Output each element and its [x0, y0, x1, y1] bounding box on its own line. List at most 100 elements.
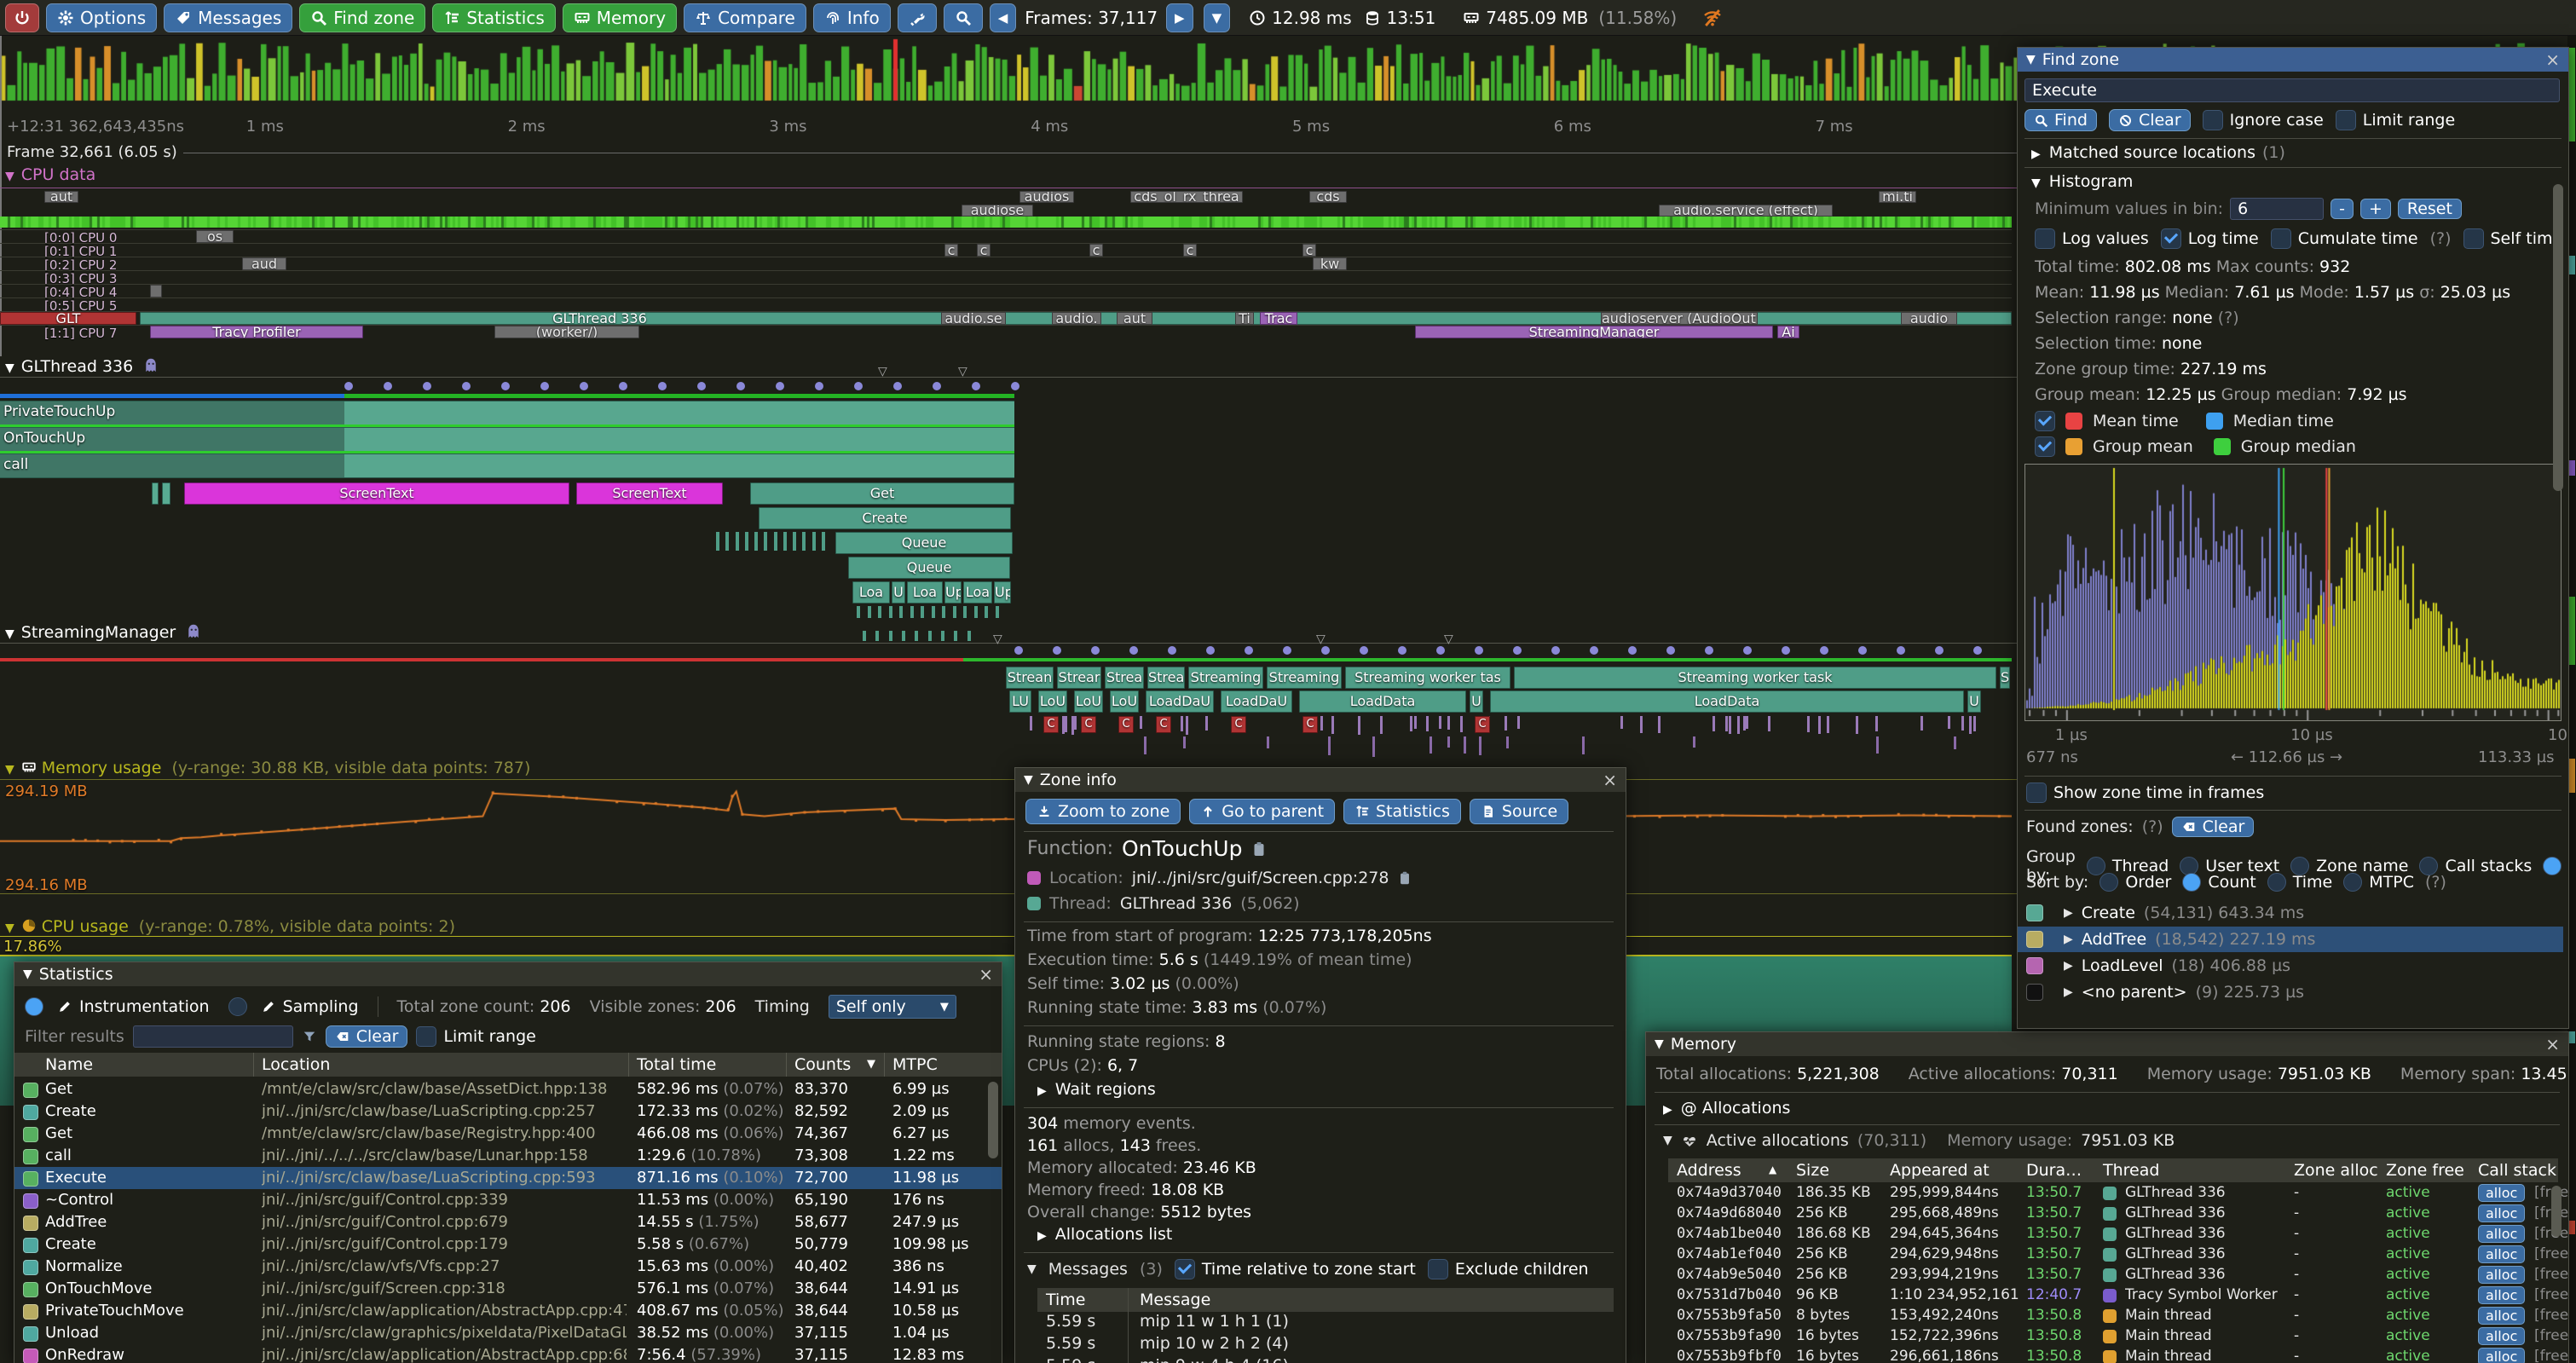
self-time-checkbox-box[interactable] — [2463, 228, 2484, 249]
zone-bar[interactable]: LU — [1009, 690, 1031, 713]
instrumentation-radio-dot[interactable] — [25, 997, 43, 1016]
log-time-checkbox[interactable]: Log time — [2161, 228, 2259, 249]
copy-zone[interactable]: C — [1475, 716, 1490, 733]
column-header-location[interactable]: Location — [262, 1055, 330, 1074]
mem-col-0[interactable]: Address — [1677, 1161, 1741, 1180]
zone-bar[interactable]: Streaming worker tas — [1345, 667, 1510, 689]
zone-bar[interactable]: LoadData — [1490, 690, 1964, 713]
ignore-case-checkbox-box[interactable] — [2203, 110, 2223, 130]
zone-bar[interactable] — [150, 285, 162, 297]
table-row[interactable]: Executejni/../jni/src/claw/base/LuaScrip… — [14, 1167, 1002, 1189]
zone-bar[interactable]: Up — [994, 581, 1011, 604]
exclude-children-checkbox[interactable]: Exclude children — [1428, 1259, 1589, 1279]
mem-col-7[interactable]: Call stack — [2478, 1161, 2556, 1180]
zone-bar[interactable]: c — [1302, 244, 1316, 257]
mem-col-3[interactable]: Dura… — [2026, 1161, 2082, 1180]
message-dot-icon[interactable] — [1935, 646, 1944, 655]
message-dot-icon[interactable] — [1590, 646, 1598, 655]
close-icon[interactable]: × — [2545, 1034, 2560, 1054]
zoom-button[interactable] — [944, 3, 983, 32]
zone-bar[interactable]: Tracy Profiler — [150, 326, 363, 338]
message-dot-icon[interactable] — [1168, 646, 1176, 655]
frame-prev-button[interactable]: ◀ — [990, 3, 1017, 32]
zone-bar[interactable]: Loa — [963, 581, 992, 604]
zone-bar[interactable]: cds_ol_rx_threa — [1130, 191, 1243, 203]
source-button[interactable]: Source — [1470, 799, 1568, 824]
zone-bar[interactable]: StreamingManager — [1415, 326, 1773, 338]
message-dot-icon[interactable] — [893, 382, 902, 390]
sampling-radio[interactable]: Sampling — [228, 997, 359, 1016]
message-dot-icon[interactable] — [1973, 646, 1982, 655]
sort-by-mtpc[interactable]: MTPC — [2343, 873, 2414, 892]
show-zone-time-checkbox-box[interactable] — [2026, 783, 2047, 803]
msg-col-time[interactable]: Time — [1046, 1291, 1086, 1309]
message-dot-icon[interactable] — [1360, 646, 1368, 655]
time-relative-checkbox-box[interactable] — [1175, 1259, 1195, 1279]
memory-button[interactable]: Memory — [563, 3, 677, 32]
compare-button[interactable]: Compare — [684, 3, 806, 32]
sort-by-count[interactable]: Count — [2182, 873, 2255, 892]
copy-zone[interactable]: C — [1231, 716, 1246, 733]
find-zone-button[interactable]: Find zone — [299, 3, 425, 32]
zone-bar[interactable]: Streaming — [1267, 667, 1342, 689]
zone-bar[interactable]: Ti — [1235, 312, 1254, 325]
message-dot-icon[interactable] — [1011, 382, 1019, 390]
message-row[interactable]: 5.59 smip 11 w 1 h 1 (1) — [1037, 1312, 1614, 1334]
zone-bar[interactable]: Loa — [852, 581, 890, 604]
find-button[interactable]: Find — [2024, 109, 2097, 131]
message-dot-icon[interactable] — [1782, 646, 1790, 655]
zone-bar[interactable]: aut — [44, 191, 78, 203]
message-dot-icon[interactable] — [1820, 646, 1828, 655]
log-time-checkbox-box[interactable] — [2161, 228, 2181, 249]
found-clear-button[interactable]: Clear — [2172, 817, 2255, 837]
table-row[interactable]: Get/mnt/e/claw/src/claw/base/Registry.hp… — [14, 1123, 1002, 1145]
find-zone-scrollbar[interactable] — [2553, 184, 2563, 491]
info-button[interactable]: Info — [813, 3, 891, 32]
zone-bar[interactable]: U — [1470, 690, 1483, 713]
msg-col-message[interactable]: Message — [1140, 1291, 1210, 1309]
plus-button[interactable]: + — [2360, 199, 2391, 219]
allocation-row[interactable]: 0x74ab1be040186.68 KB294,645,364ns13:50.… — [1668, 1225, 2558, 1245]
frame-next-button[interactable]: ▶ — [1166, 3, 1193, 32]
table-row[interactable]: Unloadjni/../jni/src/claw/graphics/pixel… — [14, 1322, 1002, 1344]
message-dot-icon[interactable] — [1666, 646, 1675, 655]
reset-button[interactable]: Reset — [2398, 199, 2462, 219]
zone-bar[interactable]: St — [2000, 667, 2010, 689]
message-dot-icon[interactable] — [1475, 646, 1483, 655]
wait-regions-toggle[interactable]: ▶Wait regions — [1037, 1080, 1156, 1099]
alloc-button[interactable]: alloc — [2478, 1307, 2525, 1325]
copy-zone[interactable]: C — [1302, 716, 1318, 733]
zone-bar[interactable]: Loa — [907, 581, 943, 604]
zone-bar[interactable]: LoadDaU — [1221, 690, 1292, 713]
zone-bar[interactable]: Queue — [835, 532, 1013, 554]
table-row[interactable]: Createjni/../jni/src/guif/Control.cpp:17… — [14, 1233, 1002, 1256]
log-values-checkbox[interactable]: Log values — [2035, 228, 2149, 249]
exclude-children-checkbox-box[interactable] — [1428, 1259, 1448, 1279]
message-dot-icon[interactable] — [1091, 646, 1100, 655]
alloc-button[interactable]: alloc — [2478, 1286, 2525, 1304]
time-relative-checkbox[interactable]: Time relative to zone start — [1175, 1259, 1416, 1279]
clear-button[interactable]: Clear — [2109, 109, 2191, 131]
zone-bar[interactable]: Queue — [848, 557, 1010, 579]
filter-input[interactable] — [133, 1025, 293, 1048]
message-dot-icon[interactable] — [384, 382, 392, 390]
copy-zone[interactable]: C — [1043, 716, 1059, 733]
message-dot-icon[interactable] — [1628, 646, 1637, 655]
allocation-row[interactable]: 0x7553b9fa508 bytes153,492,240ns13:50.8M… — [1668, 1307, 2558, 1327]
alloc-button[interactable]: alloc — [2478, 1184, 2525, 1202]
glthread-header[interactable]: ▼GLThread 336 — [5, 356, 160, 376]
legend-checkbox-2[interactable] — [2035, 436, 2055, 457]
zone-bar[interactable]: LoU — [1038, 690, 1067, 713]
zone-bar[interactable]: os — [196, 230, 234, 243]
message-dot-icon[interactable] — [1053, 646, 1061, 655]
zone-bar[interactable]: audioserver (AudioOut_D) — [1601, 312, 1758, 325]
zone-bar[interactable]: LoU — [1110, 690, 1139, 713]
message-dot-icon[interactable] — [815, 382, 823, 390]
zone-bar[interactable]: ScreenText — [576, 482, 723, 505]
mem-col-5[interactable]: Zone alloc — [2294, 1161, 2378, 1180]
streaming-header[interactable]: ▼StreamingManager — [5, 622, 203, 642]
sort-by-time-dot[interactable] — [2267, 873, 2286, 892]
zone-bar[interactable]: ScreenText — [184, 482, 569, 505]
min-bin-input[interactable]: 6 — [2230, 198, 2324, 220]
message-dot-icon[interactable] — [423, 382, 431, 390]
